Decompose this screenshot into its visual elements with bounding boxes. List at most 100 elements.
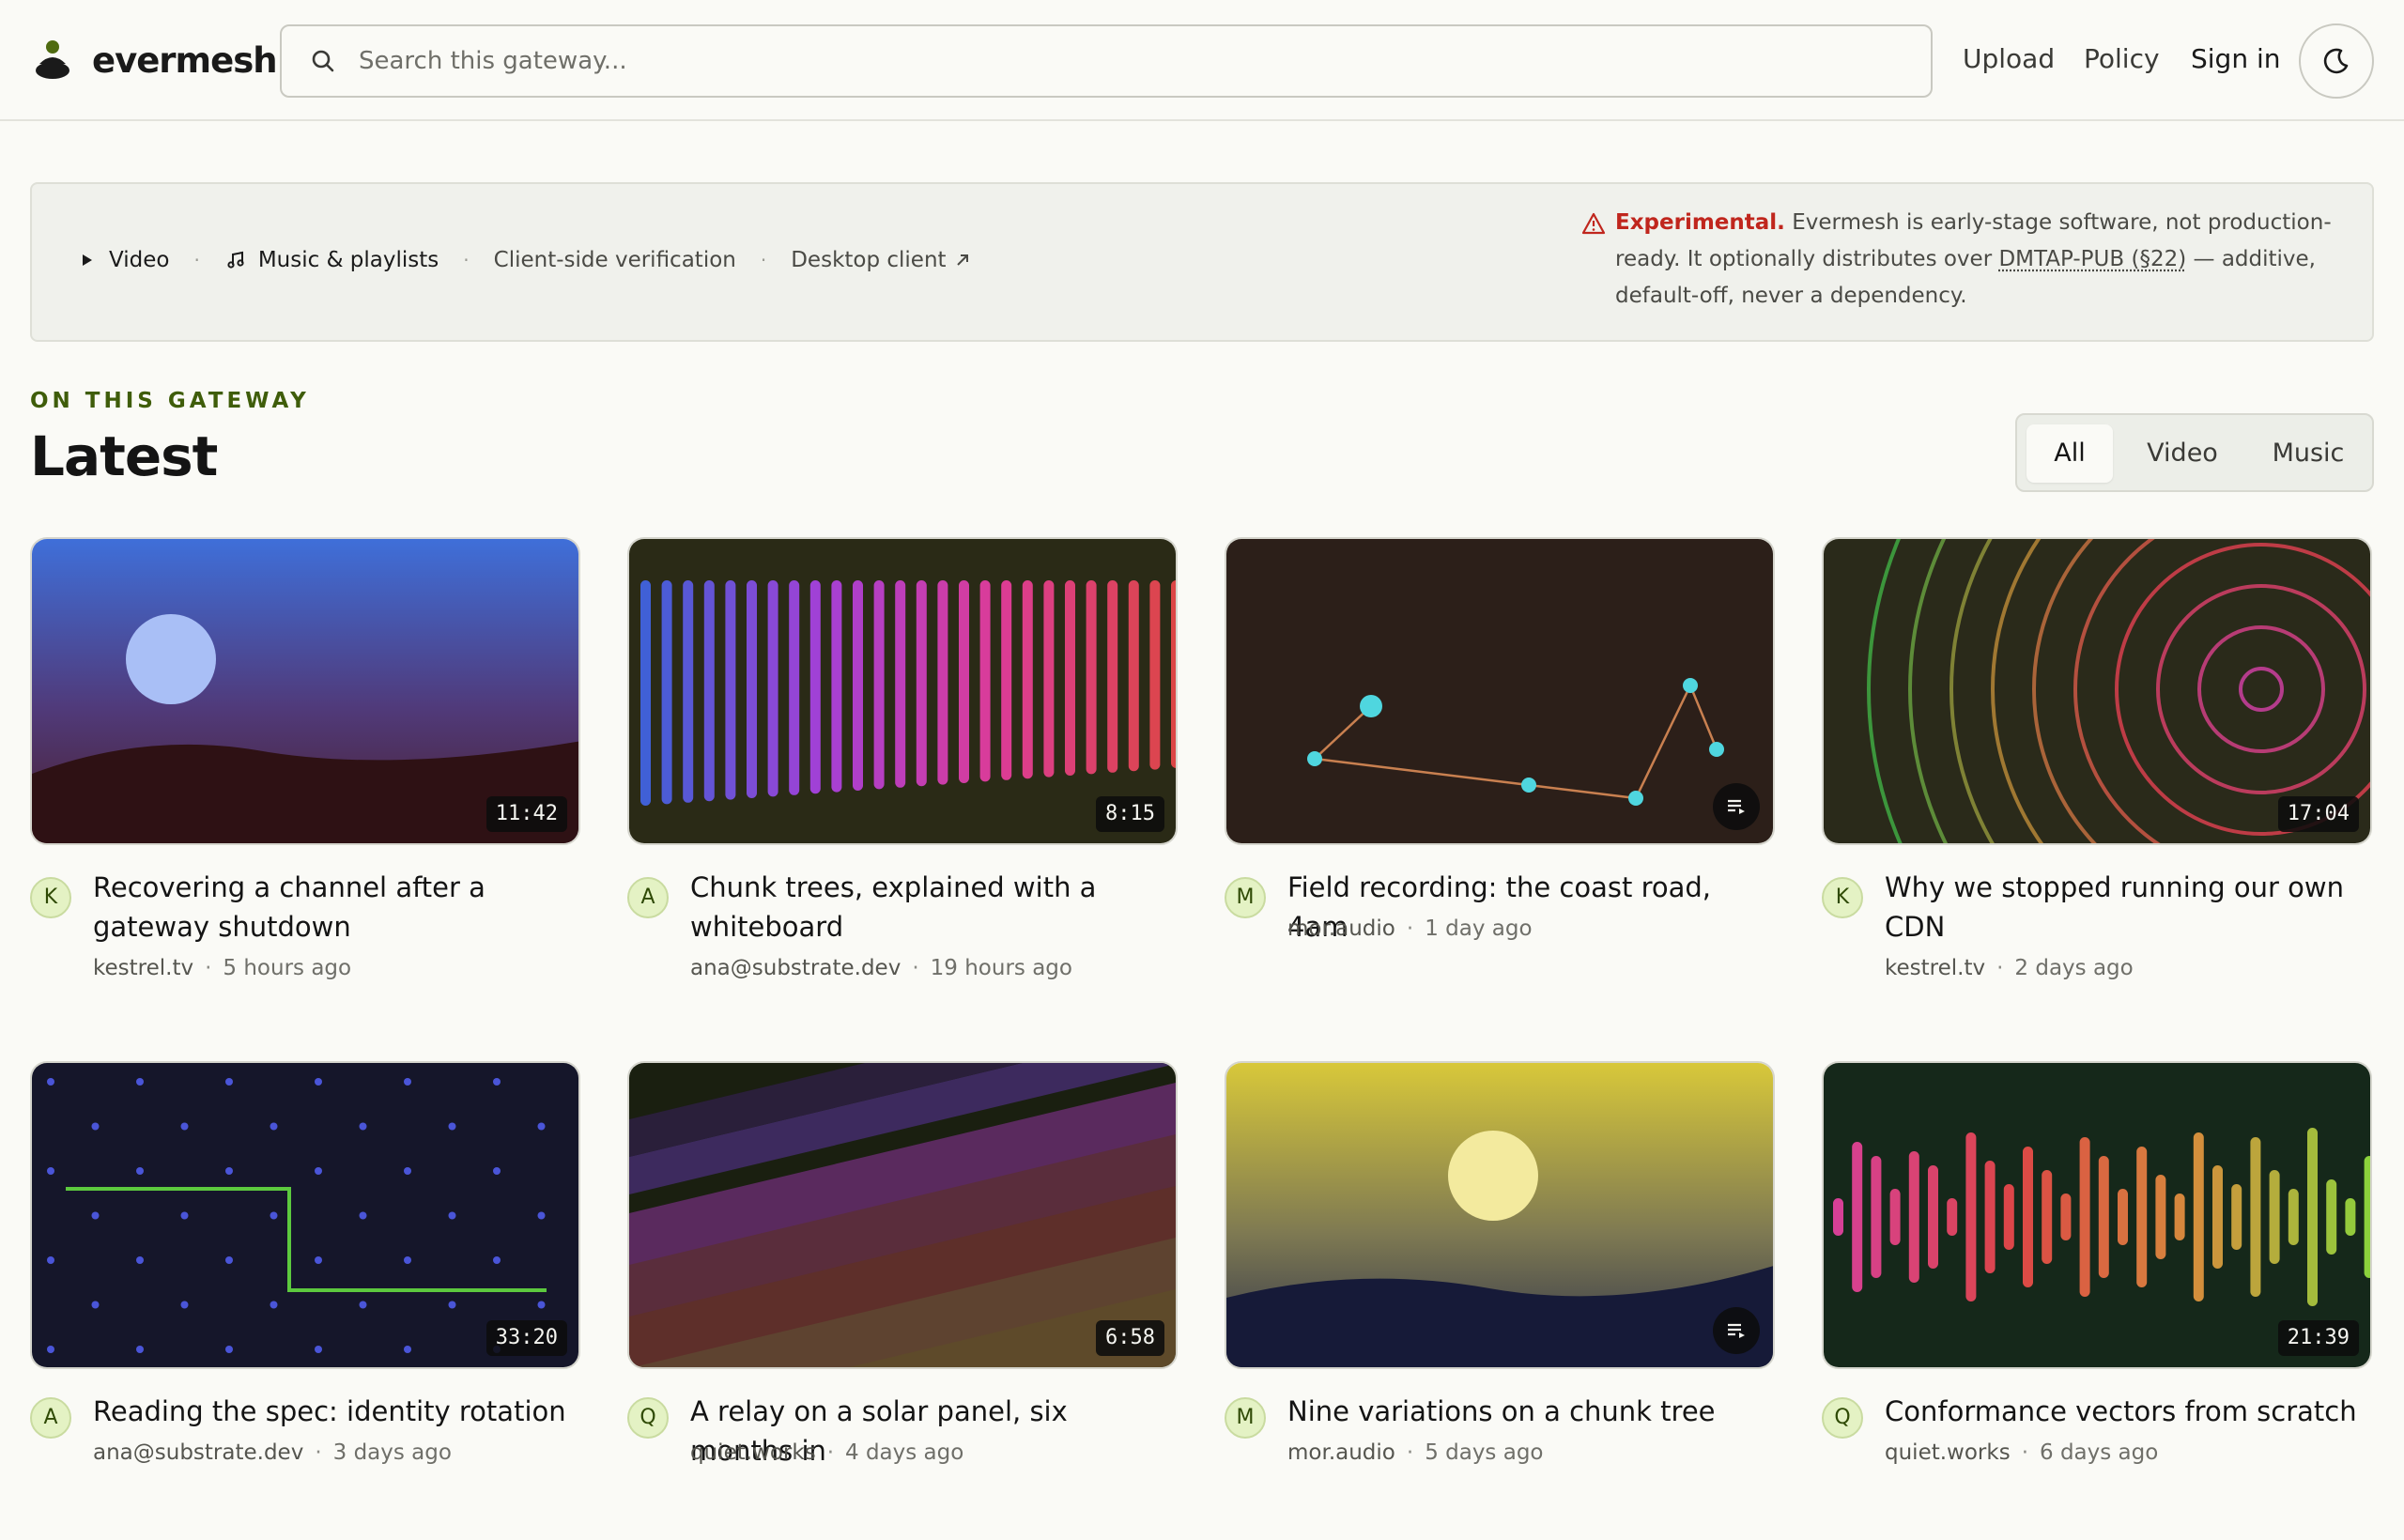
thumbnail-shape: [493, 1256, 501, 1264]
media-card[interactable]: 6:58 Q A relay on a solar panel, six mon…: [627, 1061, 1178, 1474]
channel-avatar[interactable]: Q: [1822, 1397, 1863, 1439]
channel-avatar[interactable]: Q: [627, 1397, 669, 1439]
thumbnail-shape: [1928, 1165, 1938, 1269]
client-verification-link[interactable]: Client-side verification: [494, 248, 736, 272]
card-meta: quiet.works · 4 days ago: [690, 1440, 963, 1465]
card-meta: kestrel.tv · 2 days ago: [1885, 956, 2134, 980]
meta-separator: ·: [1996, 956, 2004, 980]
thumbnail-shape: [91, 1301, 100, 1309]
media-card[interactable]: 8:15 A Chunk trees, explained with a whi…: [627, 537, 1178, 988]
channel-avatar[interactable]: M: [1225, 1397, 1266, 1439]
meta-separator: ·: [2021, 1440, 2028, 1465]
search-box[interactable]: [280, 24, 1933, 98]
thumbnail-art: [1226, 539, 1773, 843]
channel-name[interactable]: mor.audio: [1287, 916, 1395, 941]
brand-logo[interactable]: evermesh: [34, 39, 278, 81]
card-title[interactable]: Conformance vectors from scratch: [1885, 1392, 2373, 1431]
thumbnail-shape: [180, 1301, 189, 1309]
nav-upload-link[interactable]: Upload: [1963, 43, 2055, 74]
media-card[interactable]: 11:42 K Recovering a channel after a gat…: [30, 537, 580, 988]
theme-toggle-button[interactable]: [2299, 23, 2374, 99]
card-title[interactable]: Reading the spec: identity rotation: [93, 1392, 581, 1431]
channel-avatar[interactable]: A: [30, 1397, 71, 1439]
thumbnail-shape: [789, 580, 800, 795]
thumbnail-shape: [895, 580, 906, 788]
filter-video-tab[interactable]: Video: [2126, 424, 2239, 483]
separator-dot: ·: [193, 249, 200, 271]
search-input[interactable]: [359, 33, 1861, 89]
media-card[interactable]: 33:20 A Reading the spec: identity rotat…: [30, 1061, 580, 1474]
channel-name[interactable]: kestrel.tv: [1885, 956, 1985, 980]
channel-name[interactable]: quiet.works: [690, 1440, 816, 1465]
channel-name[interactable]: ana@substrate.dev: [93, 1440, 303, 1465]
info-banner: Video · Music & playlists · Client-side …: [30, 182, 2374, 342]
thumbnail-shape: [315, 1256, 322, 1264]
dmtap-pub-link[interactable]: DMTAP-PUB (§22): [1998, 247, 2186, 271]
media-card[interactable]: M Field recording: the coast road, 4am m…: [1225, 537, 1775, 988]
channel-name[interactable]: quiet.works: [1885, 1440, 2011, 1465]
card-thumbnail[interactable]: 17:04: [1822, 537, 2372, 845]
card-thumbnail[interactable]: 6:58: [627, 1061, 1178, 1369]
desktop-client-label: Desktop client: [791, 248, 947, 272]
thumbnail-shape: [1149, 580, 1161, 770]
channel-avatar[interactable]: K: [30, 877, 71, 918]
channel-avatar[interactable]: M: [1225, 877, 1266, 918]
channel-avatar[interactable]: A: [627, 877, 669, 918]
feature-links: Video · Music & playlists · Client-side …: [77, 248, 973, 272]
filter-music-tab[interactable]: Music: [2250, 424, 2366, 483]
thumbnail-shape: [2042, 1170, 2053, 1264]
card-meta: mor.audio · 5 days ago: [1287, 1440, 1544, 1465]
card-thumbnail[interactable]: [1225, 1061, 1775, 1369]
channel-name[interactable]: kestrel.tv: [93, 956, 193, 980]
channel-name[interactable]: mor.audio: [1287, 1440, 1395, 1465]
duration-badge: 11:42: [485, 796, 567, 832]
thumbnail-shape: [640, 580, 651, 806]
filter-all-tab[interactable]: All: [2026, 424, 2113, 483]
published-ago: 3 days ago: [332, 1440, 452, 1465]
duration-badge: 8:15: [1096, 796, 1164, 832]
channel-name[interactable]: ana@substrate.dev: [690, 956, 901, 980]
card-title[interactable]: Why we stopped running our own CDN: [1885, 868, 2373, 947]
thumbnail-shape: [959, 580, 969, 783]
card-thumbnail[interactable]: 33:20: [30, 1061, 580, 1369]
thumbnail-shape: [448, 1211, 456, 1220]
nav-policy-link[interactable]: Policy: [2084, 43, 2160, 74]
thumbnail-shape: [979, 580, 991, 782]
card-title[interactable]: Nine variations on a chunk tree: [1287, 1392, 1776, 1431]
thumbnail-art: [1226, 1063, 1773, 1367]
thumbnail-shape: [2212, 1165, 2223, 1269]
thumbnail-shape: [180, 1211, 189, 1220]
video-link[interactable]: Video: [77, 248, 169, 272]
thumbnail-shape: [47, 1078, 54, 1086]
thumbnail-shape: [537, 1122, 546, 1131]
meta-separator: ·: [1406, 916, 1414, 941]
card-thumbnail[interactable]: 11:42: [30, 537, 580, 845]
channel-avatar[interactable]: K: [1822, 877, 1863, 918]
media-card[interactable]: M Nine variations on a chunk tree mor.au…: [1225, 1061, 1775, 1474]
thumbnail-shape: [47, 1167, 54, 1175]
card-meta: kestrel.tv · 5 hours ago: [93, 956, 351, 980]
card-title[interactable]: Chunk trees, explained with a whiteboard: [690, 868, 1179, 947]
thumbnail-shape: [1065, 580, 1075, 776]
media-card[interactable]: 21:39 Q Conformance vectors from scratch…: [1822, 1061, 2372, 1474]
thumbnail-shape: [315, 1167, 322, 1175]
card-thumbnail[interactable]: [1225, 537, 1775, 845]
thumbnail-shape: [1852, 1142, 1863, 1292]
thumbnail-shape: [2307, 1128, 2318, 1306]
published-ago: 4 days ago: [845, 1440, 964, 1465]
playlist-badge: [1713, 783, 1760, 830]
thumbnail-shape: [270, 1122, 278, 1131]
external-arrow-icon: [956, 254, 968, 266]
card-title[interactable]: Recovering a channel after a gateway shu…: [93, 868, 581, 947]
media-card[interactable]: 17:04 K Why we stopped running our own C…: [1822, 537, 2372, 988]
thumbnail-shape: [1984, 1161, 1996, 1273]
nav-signin-link[interactable]: Sign in: [2191, 43, 2281, 74]
card-thumbnail[interactable]: 21:39: [1822, 1061, 2372, 1369]
card-thumbnail[interactable]: 8:15: [627, 537, 1178, 845]
music-playlists-link[interactable]: Music & playlists: [224, 248, 439, 272]
thumbnail-shape: [2174, 1194, 2185, 1240]
thumbnail-shape: [831, 580, 842, 793]
desktop-client-link[interactable]: Desktop client: [791, 248, 972, 272]
thumbnail-shape: [725, 580, 736, 800]
duration-badge: 6:58: [1096, 1320, 1164, 1356]
